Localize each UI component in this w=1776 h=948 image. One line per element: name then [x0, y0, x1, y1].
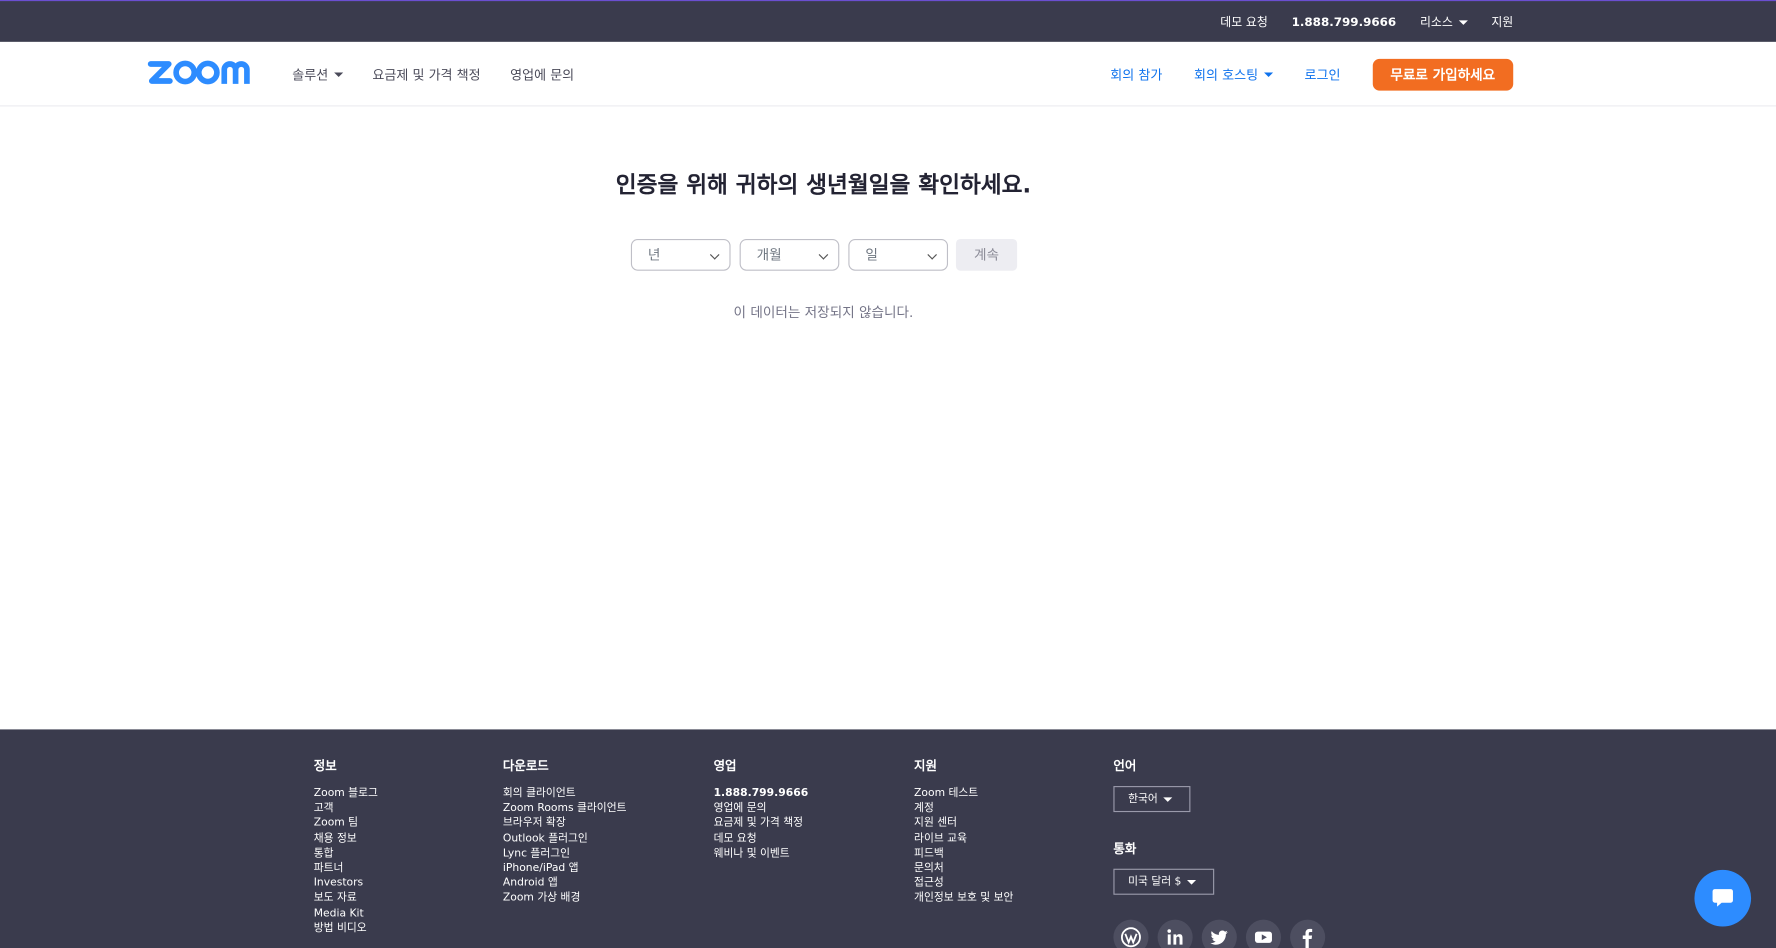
support-link[interactable]: 지원	[1491, 14, 1513, 31]
footer-link[interactable]: 방법 비디오	[314, 921, 378, 936]
footer-link[interactable]: 보도 자료	[314, 891, 378, 906]
social-links	[1113, 919, 1326, 948]
top-utility-bar: 데모 요청 1.888.799.9666 리소스 지원	[0, 0, 1776, 42]
host-meeting-menu[interactable]: 회의 호스팅	[1194, 65, 1273, 83]
footer-link[interactable]: Investors	[314, 876, 378, 891]
footer-about-column: 정보 Zoom 블로그 고객 Zoom 팀 채용 정보 통합 파트너 Inves…	[314, 757, 378, 936]
currency-value: 미국 달러 $	[1128, 875, 1182, 888]
footer-link[interactable]: 고객	[314, 801, 378, 816]
language-select[interactable]: 한국어	[1113, 786, 1191, 813]
year-select[interactable]: 년	[630, 238, 731, 271]
page-title: 인증을 위해 귀하의 생년월일을 확인하세요.	[615, 171, 1032, 199]
day-select-label: 일	[865, 246, 878, 263]
footer-link[interactable]: 접근성	[914, 876, 1013, 891]
footer-link[interactable]: 계정	[914, 801, 1013, 816]
signup-button[interactable]: 무료로 가입하세요	[1372, 58, 1514, 91]
footer-currency-title: 통화	[1113, 841, 1137, 857]
chat-button[interactable]	[1694, 869, 1752, 927]
footer-link[interactable]: Outlook 플러그인	[503, 831, 627, 846]
youtube-icon[interactable]	[1245, 919, 1282, 948]
footer-link[interactable]: Android 앱	[503, 876, 627, 891]
birthdate-form: 년 개월 일 계속	[630, 238, 1018, 271]
language-value: 한국어	[1128, 792, 1158, 806]
footer-link[interactable]: 통합	[314, 846, 378, 861]
linkedin-icon[interactable]	[1157, 919, 1193, 948]
nav-right: 회의 참가 회의 호스팅 로그인 무료로 가입하세요	[1110, 42, 1514, 107]
solutions-menu[interactable]: 솔루션	[292, 65, 343, 83]
caret-down-icon	[1163, 796, 1173, 802]
month-select-label: 개월	[756, 246, 782, 263]
footer-link[interactable]: Zoom 블로그	[314, 786, 378, 801]
footer-language-title: 언어	[1113, 758, 1137, 774]
footer-link[interactable]: 지원 센터	[914, 816, 1013, 831]
caret-down-icon	[333, 72, 343, 78]
chat-bubble-icon	[1712, 889, 1733, 907]
continue-button[interactable]: 계속	[955, 238, 1018, 271]
footer-link[interactable]: Media Kit	[314, 906, 378, 921]
host-meeting-label: 회의 호스팅	[1194, 66, 1259, 83]
sign-in-link[interactable]: 로그인	[1305, 65, 1341, 83]
privacy-note: 이 데이터는 저장되지 않습니다.	[733, 304, 914, 321]
chevron-down-icon	[927, 250, 937, 260]
footer-about-title: 정보	[313, 758, 337, 774]
footer-link[interactable]: Zoom Rooms 클라이언트	[503, 801, 627, 816]
footer-download-column: 다운로드 회의 클라이언트 Zoom Rooms 클라이언트 브라우저 확장 O…	[503, 757, 627, 906]
wordpress-icon[interactable]	[1113, 919, 1149, 948]
twitter-icon[interactable]	[1201, 919, 1237, 948]
caret-down-icon	[1187, 879, 1197, 885]
footer-sales-column: 영업 1.888.799.9666 영업에 문의 요금제 및 가격 책정 데모 …	[714, 757, 809, 861]
resources-label: 리소스	[1419, 15, 1453, 30]
resources-menu[interactable]: 리소스	[1420, 14, 1468, 31]
age-verification-section: 인증을 위해 귀하의 생년월일을 확인하세요. 년 개월 일 계속 이 데이터는…	[0, 106, 1776, 729]
footer-link[interactable]: iPhone/iPad 앱	[503, 861, 627, 876]
caret-down-icon	[1458, 20, 1468, 25]
chevron-down-icon	[818, 250, 829, 260]
pricing-link[interactable]: 요금제 및 가격 책정	[372, 65, 480, 83]
footer-link[interactable]: 영업에 문의	[714, 801, 809, 816]
nav-left: 솔루션 요금제 및 가격 책정 영업에 문의	[292, 42, 574, 107]
footer-link[interactable]: 브라우저 확장	[503, 816, 627, 831]
main-nav: 솔루션 요금제 및 가격 책정 영업에 문의 회의 참가 회의 호스팅 로그인 …	[0, 41, 1776, 107]
contact-sales-link[interactable]: 영업에 문의	[510, 65, 574, 83]
join-meeting-link[interactable]: 회의 참가	[1110, 65, 1162, 83]
footer: 정보 Zoom 블로그 고객 Zoom 팀 채용 정보 통합 파트너 Inves…	[0, 729, 1776, 948]
footer-support-column: 지원 Zoom 테스트 계정 지원 센터 라이브 교육 피드백 문의처 접근성 …	[914, 757, 1013, 906]
currency-select[interactable]: 미국 달러 $	[1113, 868, 1215, 895]
month-select[interactable]: 개월	[739, 238, 840, 271]
scaled-layout: 데모 요청 1.888.799.9666 리소스 지원 솔루션 요금제 및 가격…	[0, 0, 1776, 948]
year-select-label: 년	[647, 246, 661, 263]
caret-down-icon	[1263, 72, 1273, 78]
footer-link[interactable]: Lync 플러그인	[503, 846, 627, 861]
zoom-logo[interactable]	[147, 58, 258, 87]
footer-link[interactable]: Zoom 테스트	[914, 786, 1013, 801]
footer-link[interactable]: Zoom 팀	[314, 816, 378, 831]
footer-link[interactable]: 데모 요청	[714, 831, 809, 846]
page: 데모 요청 1.888.799.9666 리소스 지원 솔루션 요금제 및 가격…	[0, 0, 1776, 948]
footer-link[interactable]: 요금제 및 가격 책정	[714, 816, 809, 831]
day-select[interactable]: 일	[848, 238, 949, 271]
utility-links: 데모 요청 1.888.799.9666 리소스 지원	[1220, 1, 1513, 43]
footer-link[interactable]: 파트너	[314, 861, 378, 876]
footer-link[interactable]: 1.888.799.9666	[714, 786, 809, 801]
solutions-label: 솔루션	[292, 66, 329, 83]
footer-link[interactable]: 채용 정보	[314, 831, 378, 846]
footer-link[interactable]: 라이브 교육	[914, 831, 1013, 846]
footer-language-column: 언어 한국어 통화 미국 달러 $	[1113, 757, 1215, 895]
footer-support-title: 지원	[914, 758, 937, 774]
footer-link[interactable]: 회의 클라이언트	[503, 786, 627, 801]
footer-sales-title: 영업	[713, 758, 737, 774]
footer-link[interactable]: Zoom 가상 배경	[503, 891, 627, 906]
footer-link[interactable]: 피드백	[914, 846, 1013, 861]
footer-download-title: 다운로드	[502, 758, 549, 774]
request-demo-link[interactable]: 데모 요청	[1220, 14, 1268, 31]
phone-link[interactable]: 1.888.799.9666	[1292, 15, 1397, 29]
footer-link[interactable]: 문의처	[914, 861, 1013, 876]
facebook-icon[interactable]	[1290, 919, 1326, 948]
footer-link[interactable]: 웨비나 및 이벤트	[714, 846, 809, 861]
chevron-down-icon	[709, 250, 720, 260]
footer-link[interactable]: 개인정보 보호 및 보안	[914, 891, 1013, 906]
